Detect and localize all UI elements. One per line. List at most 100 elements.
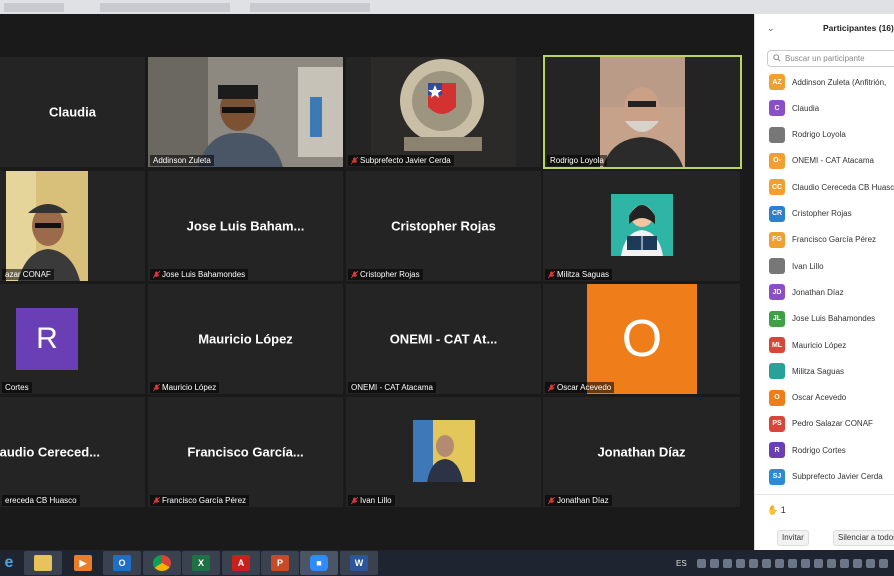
video-tile-claudio[interactable]: laudio Cereced... ereceda CB Huasco xyxy=(0,397,145,507)
participant-name: Claudia xyxy=(49,104,96,120)
participant-list-item[interactable]: R Rodrigo Cortes xyxy=(769,442,846,459)
tray-icon[interactable] xyxy=(748,558,758,568)
video-tile-militza[interactable]: Militza Saguas xyxy=(543,171,740,281)
participant-list-item[interactable]: ML Mauricio López xyxy=(769,337,846,353)
participant-avatar: O xyxy=(769,389,785,406)
media-player-icon[interactable]: ▶ xyxy=(64,551,102,575)
tray-icon[interactable] xyxy=(800,558,810,568)
muted-mic-icon xyxy=(351,156,358,164)
chevron-down-icon[interactable]: ⌄ xyxy=(767,23,775,34)
participant-list-item[interactable]: JD Jonathan Díaz xyxy=(769,284,844,301)
ie-icon[interactable]: e xyxy=(0,551,18,575)
participant-list-item[interactable]: CC Claudio Cereceda CB Huasco xyxy=(769,179,894,196)
tray-icon[interactable] xyxy=(735,558,745,568)
participant-list-item[interactable]: O Oscar Acevedo xyxy=(769,389,847,406)
caption-text: Militza Saguas xyxy=(557,270,610,279)
video-tile-rodrigo-loyola[interactable]: Rodrigo Loyola xyxy=(543,55,742,169)
participant-caption: Militza Saguas xyxy=(545,269,613,280)
participant-list-item[interactable]: CR Cristopher Rojas xyxy=(769,205,852,222)
tray-icon[interactable] xyxy=(852,558,862,568)
muted-mic-icon xyxy=(548,383,555,391)
participant-avatar: CR xyxy=(769,205,785,222)
video-tile-subprefecto[interactable]: Subprefecto Javier Cerda xyxy=(346,57,541,167)
caption-text: Jose Luis Bahamondes xyxy=(162,270,246,279)
browser-tab[interactable] xyxy=(100,3,230,12)
zoom-icon[interactable]: ■ xyxy=(300,551,338,575)
video-tile-ivan[interactable]: Ivan Lillo xyxy=(346,397,541,507)
acrobat-icon[interactable]: A xyxy=(222,551,260,575)
profile-photo xyxy=(413,420,475,482)
word-icon[interactable]: W xyxy=(340,551,378,575)
avatar: R xyxy=(16,308,78,370)
participant-avatar: R xyxy=(769,442,785,459)
participant-avatar: AZ xyxy=(769,74,785,90)
participant-caption: Cortes xyxy=(2,382,32,393)
caption-text: Cortes xyxy=(5,383,29,392)
video-tile-mauricio[interactable]: Mauricio López Mauricio López xyxy=(148,284,343,394)
video-tile-jose-luis[interactable]: Jose Luis Baham... Jose Luis Bahamondes xyxy=(148,171,343,281)
excel-icon[interactable]: X xyxy=(182,551,220,575)
tray-icon[interactable] xyxy=(787,558,797,568)
tray-icon[interactable] xyxy=(774,558,784,568)
participant-list-item[interactable]: Rodrigo Loyola xyxy=(769,126,846,143)
tray-icon[interactable] xyxy=(709,558,719,568)
panel-footer: ✋ 1 Invitar Silenciar a todos xyxy=(755,494,894,550)
tray-icon[interactable] xyxy=(826,558,836,568)
video-tile-onemi[interactable]: ONEMI - CAT At... ONEMI - CAT Atacama xyxy=(346,284,541,394)
invite-button[interactable]: Invitar xyxy=(777,530,809,546)
mute-all-button[interactable]: Silenciar a todos xyxy=(833,530,894,546)
video-tile-oscar[interactable]: O Oscar Acevedo xyxy=(543,284,740,394)
browser-tab-strip xyxy=(0,0,894,14)
caption-text: Francisco García Pérez xyxy=(162,496,247,505)
participant-caption: Oscar Acevedo xyxy=(545,382,615,393)
participant-name: Pedro Salazar CONAF xyxy=(792,419,873,429)
tray-icon[interactable] xyxy=(813,558,823,568)
video-tile-cristopher[interactable]: Cristopher Rojas Cristopher Rojas xyxy=(346,171,541,281)
powerpoint-icon[interactable]: P xyxy=(261,551,299,575)
tray-icon[interactable] xyxy=(839,558,849,568)
reading-avatar-image xyxy=(611,194,673,256)
participant-list-item[interactable]: FG Francisco García Pérez xyxy=(769,231,877,248)
video-tile-jonathan[interactable]: Jonathan Díaz Jonathan Díaz xyxy=(543,397,740,507)
video-gallery: Claudia Addinson Zuleta Subprefecto Javi… xyxy=(0,14,754,550)
participant-list-item[interactable]: Militza Saguas xyxy=(769,363,844,380)
participant-list-item[interactable]: O- ONEMI - CAT Atacama xyxy=(769,152,874,169)
participant-avatar: JL xyxy=(769,310,785,327)
browser-tab[interactable] xyxy=(250,3,370,12)
video-tile-claudia[interactable]: Claudia xyxy=(0,57,145,167)
video-tile-francisco[interactable]: Francisco García... Francisco García Pér… xyxy=(148,397,343,507)
participant-name: Oscar Acevedo xyxy=(792,393,847,403)
search-icon xyxy=(773,54,781,62)
browser-tab[interactable] xyxy=(4,3,64,12)
chrome-icon[interactable] xyxy=(143,551,181,575)
avatar-initial: R xyxy=(36,322,58,355)
participant-list-item[interactable]: C Claudia xyxy=(769,100,819,117)
police-emblem-video xyxy=(371,57,516,167)
video-tile-rodrigo-cortes[interactable]: R Cortes xyxy=(0,284,145,394)
muted-mic-icon xyxy=(153,383,160,391)
participant-caption: Rodrigo Loyola xyxy=(547,155,607,166)
system-tray: ES xyxy=(676,556,888,570)
tray-icon[interactable] xyxy=(722,558,732,568)
video-tile-pedro-salazar[interactable]: azar CONAF xyxy=(0,171,145,281)
participant-list-item[interactable]: AZ Addinson Zuleta (Anfitrión, xyxy=(769,74,886,90)
participant-list-item[interactable]: Ivan Lillo xyxy=(769,258,824,275)
participant-list-item[interactable]: JL Jose Luis Bahamondes xyxy=(769,310,875,327)
participant-name: Francisco García Pérez xyxy=(792,235,877,245)
tray-icon[interactable] xyxy=(696,558,706,568)
language-indicator[interactable]: ES xyxy=(676,559,687,568)
video-tile-addinson[interactable]: Addinson Zuleta xyxy=(148,57,343,167)
participant-avatar: O- xyxy=(769,152,785,169)
search-input[interactable]: Buscar un participante xyxy=(767,50,894,67)
participant-list-item[interactable]: SJ Subprefecto Javier Cerda xyxy=(769,468,883,485)
file-explorer-icon[interactable] xyxy=(24,551,62,575)
participant-caption: Francisco García Pérez xyxy=(150,495,250,506)
volume-icon[interactable] xyxy=(865,558,875,568)
notification-icon[interactable] xyxy=(878,558,888,568)
tray-icon[interactable] xyxy=(761,558,771,568)
outlook-icon[interactable]: O xyxy=(103,551,141,575)
caption-text: ereceda CB Huasco xyxy=(5,496,77,505)
participant-name: Jonathan Díaz xyxy=(597,444,686,460)
participant-list-item[interactable]: PS Pedro Salazar CONAF xyxy=(769,415,873,432)
participant-name: Rodrigo Loyola xyxy=(792,130,846,140)
